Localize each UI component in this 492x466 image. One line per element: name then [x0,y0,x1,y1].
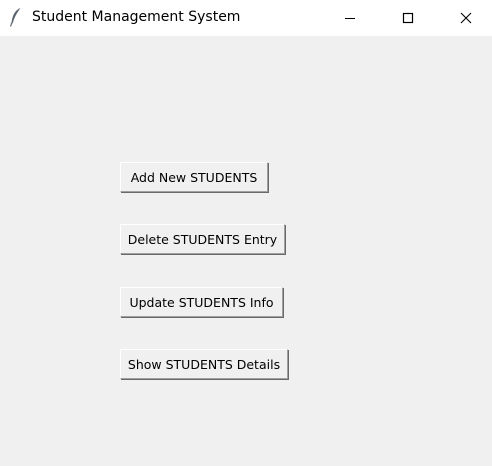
close-button[interactable] [443,0,489,36]
title-bar[interactable]: Student Management System [0,0,492,36]
delete-students-button[interactable]: Delete STUDENTS Entry [120,224,285,254]
maximize-icon [402,12,414,24]
maximize-button[interactable] [385,0,431,36]
minimize-icon [344,12,356,24]
minimize-button[interactable] [327,0,373,36]
update-students-button[interactable]: Update STUDENTS Info [120,287,283,317]
add-students-button[interactable]: Add New STUDENTS [120,162,268,192]
show-students-button[interactable]: Show STUDENTS Details [120,349,288,379]
feather-icon [9,7,23,27]
close-icon [460,12,472,24]
app-window: Student Management System Add New STUDEN… [0,0,492,466]
window-title: Student Management System [32,9,241,25]
